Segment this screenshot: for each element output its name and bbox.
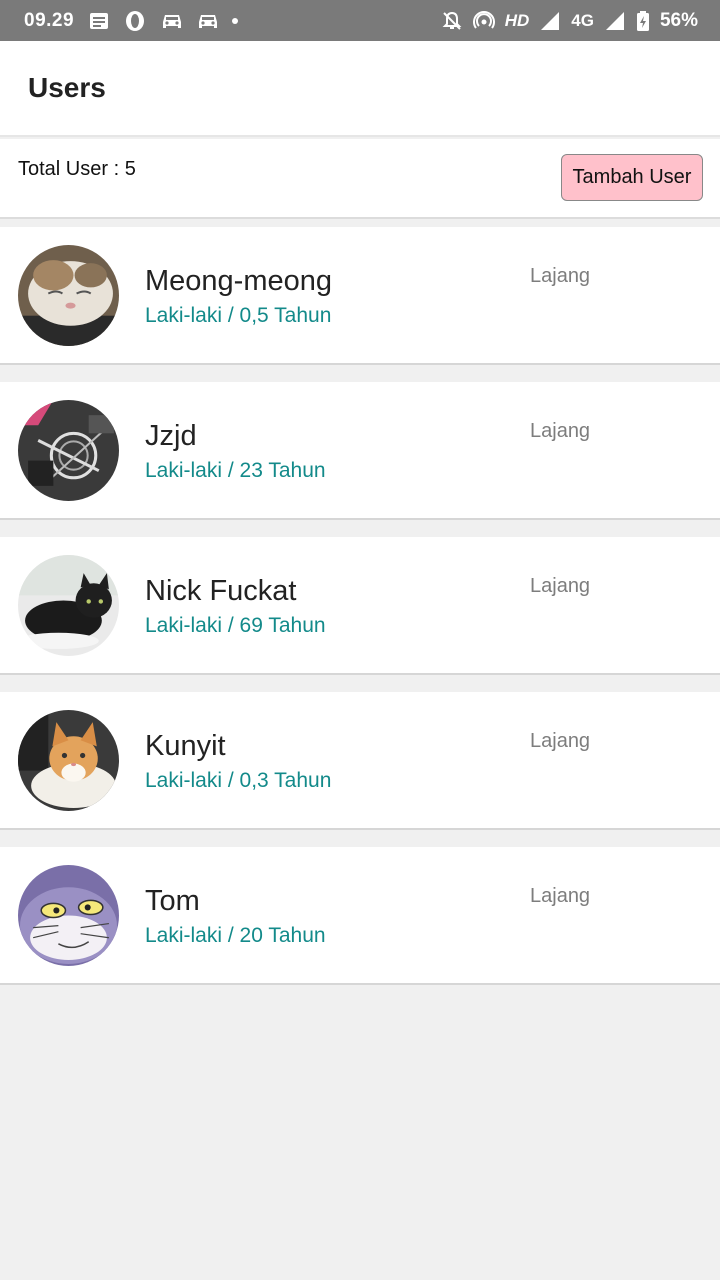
user-status: Lajang <box>530 420 591 442</box>
avatar <box>18 865 119 966</box>
more-notifications-dot <box>232 17 239 24</box>
battery-icon <box>636 10 650 32</box>
status-right: HD 4G 56% <box>441 10 698 32</box>
add-user-button[interactable]: Tambah User <box>561 154 703 201</box>
user-name: Nick Fuckat <box>145 575 297 607</box>
user-status: Lajang <box>530 885 591 907</box>
user-list-item[interactable]: Meong-meong Laki-laki / 0,5 Tahun Lajang <box>0 227 720 365</box>
avatar <box>18 245 119 346</box>
signal-icon <box>539 10 561 32</box>
avatar <box>18 400 119 501</box>
app-bar: Users <box>0 41 720 137</box>
user-name: Tom <box>145 885 200 917</box>
user-list-item[interactable]: Tom Laki-laki / 20 Tahun Lajang <box>0 847 720 985</box>
signal-icon-2 <box>604 10 626 32</box>
status-bar: 09.29 HD 4G 56% <box>0 0 720 41</box>
car-icon-2 <box>196 10 218 32</box>
notes-icon <box>88 10 110 32</box>
notifications-off-icon <box>441 10 463 32</box>
user-name: Jzjd <box>145 420 197 452</box>
hotspot-icon <box>472 10 495 32</box>
user-details: Laki-laki / 20 Tahun <box>145 924 326 947</box>
user-list-item[interactable]: Kunyit Laki-laki / 0,3 Tahun Lajang <box>0 692 720 830</box>
status-left: 09.29 <box>24 9 239 32</box>
avatar <box>18 555 119 656</box>
user-details: Laki-laki / 0,3 Tahun <box>145 769 332 792</box>
user-list-item[interactable]: Jzjd Laki-laki / 23 Tahun Lajang <box>0 382 720 520</box>
battery-percent: 56% <box>659 9 698 31</box>
user-name: Meong-meong <box>145 265 332 297</box>
summary-bar: Total User : 5 Tambah User <box>0 139 720 219</box>
total-user-label: Total User : 5 <box>18 158 136 180</box>
user-details: Laki-laki / 23 Tahun <box>145 459 326 482</box>
user-status: Lajang <box>530 730 591 752</box>
user-name: Kunyit <box>145 730 226 762</box>
user-details: Laki-laki / 0,5 Tahun <box>145 304 332 327</box>
status-time: 09.29 <box>24 9 75 31</box>
car-icon <box>160 10 182 32</box>
user-list-item[interactable]: Nick Fuckat Laki-laki / 69 Tahun Lajang <box>0 537 720 675</box>
user-status: Lajang <box>530 265 591 287</box>
opera-icon <box>124 10 146 32</box>
hd-label: HD <box>504 10 530 30</box>
page-title: Users <box>28 72 106 103</box>
user-details: Laki-laki / 69 Tahun <box>145 614 326 637</box>
network-type: 4G <box>571 10 594 30</box>
user-status: Lajang <box>530 575 591 597</box>
avatar <box>18 710 119 811</box>
